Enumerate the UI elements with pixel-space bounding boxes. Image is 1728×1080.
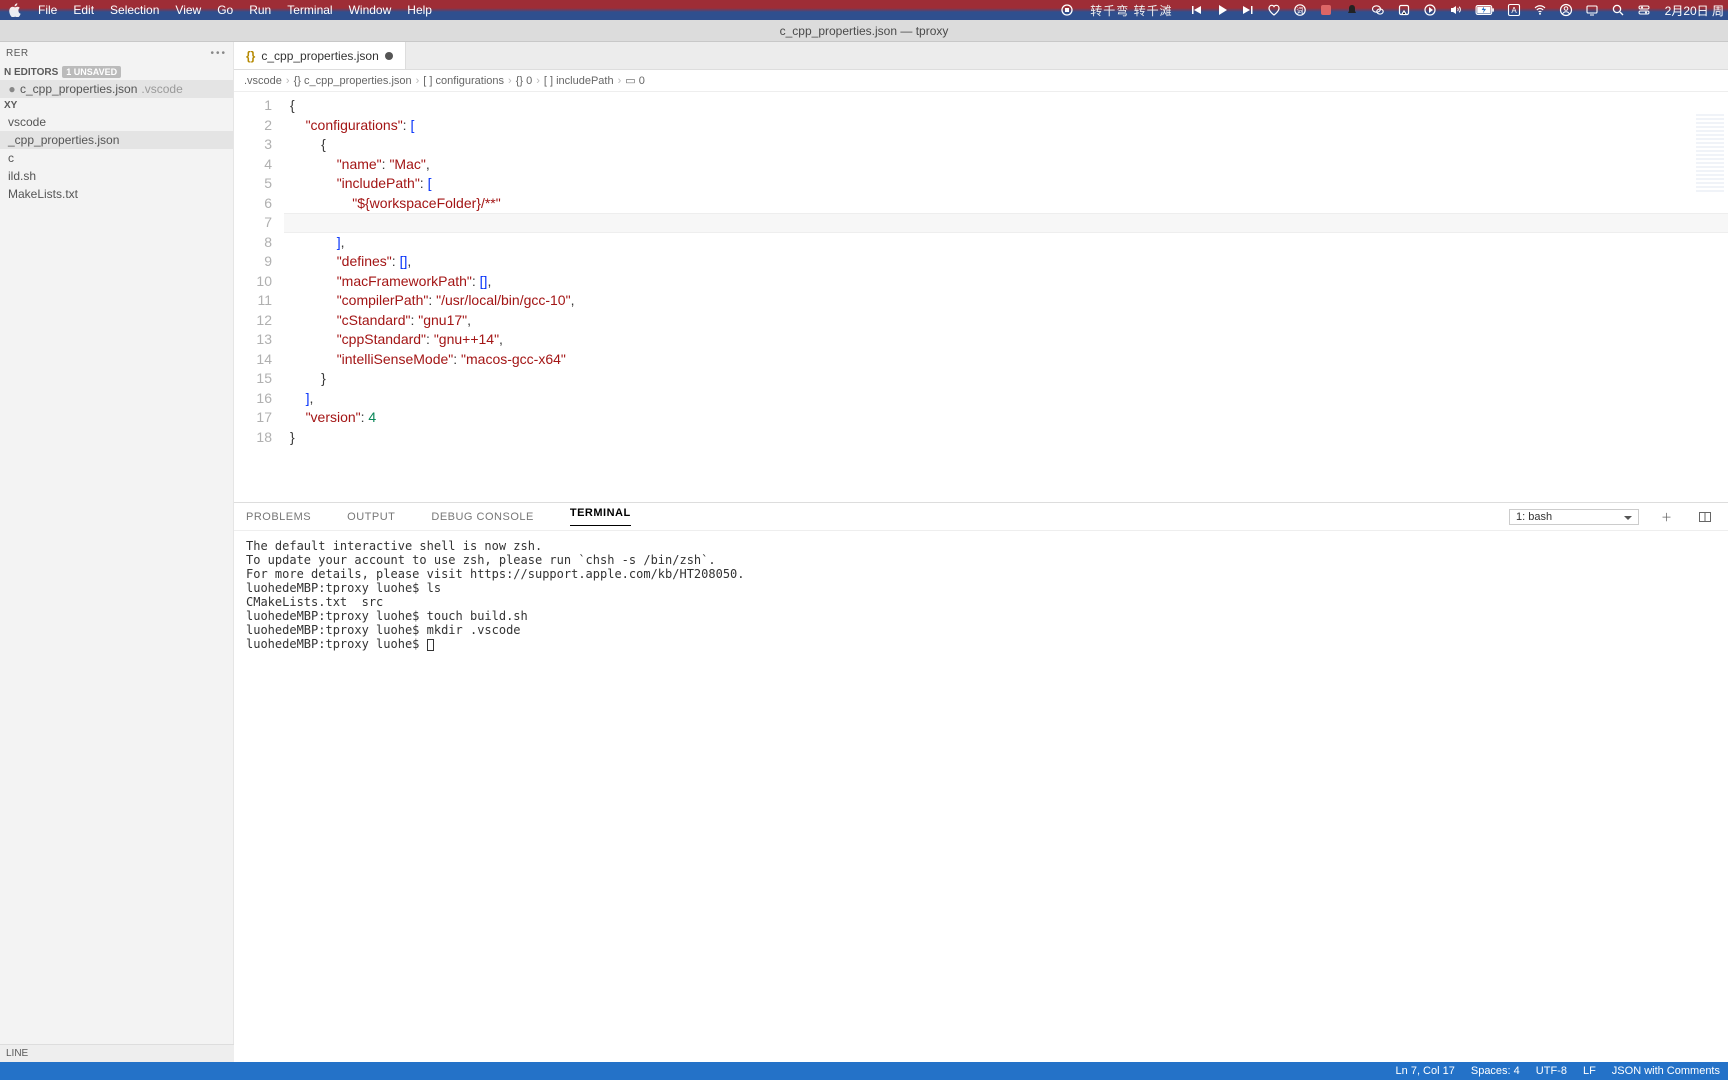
control-center-icon[interactable] <box>1631 3 1657 17</box>
breadcrumb-segment[interactable]: .vscode <box>244 75 282 87</box>
open-editors-heading[interactable]: N EDITORS 1 UNSAVED <box>0 64 233 80</box>
new-terminal-icon[interactable]: ＋ <box>1657 509 1676 525</box>
menubar-app-icon[interactable] <box>1313 3 1339 17</box>
next-track-icon[interactable] <box>1235 3 1261 17</box>
chevron-right-icon: › <box>416 75 420 87</box>
mac-menubar: File Edit Selection View Go Run Terminal… <box>0 0 1728 20</box>
editor-tabs: {} c_cpp_properties.json <box>234 42 1728 70</box>
open-editors-label: N EDITORS <box>4 67 58 78</box>
status-language[interactable]: JSON with Comments <box>1604 1065 1728 1077</box>
panel-tab-debug-console[interactable]: DEBUG CONSOLE <box>431 511 533 523</box>
sync-icon[interactable] <box>1417 3 1443 17</box>
explorer-sidebar: RER ••• N EDITORS 1 UNSAVED ● c_cpp_prop… <box>0 42 234 1062</box>
window-titlebar: c_cpp_properties.json — tproxy <box>0 20 1728 42</box>
chevron-right-icon: › <box>286 75 290 87</box>
status-line-col[interactable]: Ln 7, Col 17 <box>1388 1065 1463 1077</box>
menu-run[interactable]: Run <box>241 3 279 17</box>
tab-title: c_cpp_properties.json <box>261 49 378 63</box>
menu-view[interactable]: View <box>167 3 209 17</box>
editor-tab[interactable]: {} c_cpp_properties.json <box>234 42 406 69</box>
panel-tab-output[interactable]: OUTPUT <box>347 511 395 523</box>
breadcrumb[interactable]: .vscode›{} c_cpp_properties.json›[ ] con… <box>234 70 1728 92</box>
file-tree: vscode_cpp_properties.jsoncild.shMakeLis… <box>0 113 233 203</box>
menu-selection[interactable]: Selection <box>102 3 167 17</box>
volume-icon[interactable] <box>1443 3 1469 17</box>
breadcrumb-segment[interactable]: {} 0 <box>516 75 533 87</box>
app-tray-icon[interactable] <box>1391 3 1417 17</box>
project-heading[interactable]: XY <box>0 98 233 113</box>
status-eol[interactable]: LF <box>1575 1065 1604 1077</box>
user-icon[interactable] <box>1553 3 1579 17</box>
play-icon[interactable] <box>1209 3 1235 17</box>
bottom-panel: PROBLEMS OUTPUT DEBUG CONSOLE TERMINAL 1: b… <box>234 502 1728 1062</box>
open-editor-filename: c_cpp_properties.json <box>20 82 137 96</box>
wechat-icon[interactable] <box>1365 3 1391 17</box>
open-editor-item[interactable]: ● c_cpp_properties.json .vscode <box>0 80 233 98</box>
prev-track-icon[interactable] <box>1183 3 1209 17</box>
tree-folder[interactable]: c <box>0 149 233 167</box>
battery-icon[interactable] <box>1469 3 1501 17</box>
dirty-dot-icon: ● <box>8 82 16 96</box>
bell-icon[interactable] <box>1339 3 1365 17</box>
menu-go[interactable]: Go <box>209 3 241 17</box>
window-title: c_cpp_properties.json — tproxy <box>780 24 949 38</box>
editor-area: {} c_cpp_properties.json .vscode › {} c_cp… <box>234 42 1728 1062</box>
status-bar: Ln 7, Col 17 Spaces: 4 UTF-8 LF JSON wit… <box>0 1062 1728 1080</box>
menu-edit[interactable]: Edit <box>65 3 102 17</box>
unsaved-badge: 1 UNSAVED <box>62 66 121 78</box>
breadcrumb-segment[interactable]: {} c_cpp_properties.json <box>294 75 412 87</box>
menu-help[interactable]: Help <box>399 3 440 17</box>
breadcrumb-segment[interactable]: ▭ 0 <box>625 74 645 87</box>
terminal-selector[interactable]: 1: bash <box>1509 509 1639 525</box>
now-playing-title: 转千弯 转千滩 <box>1080 2 1182 19</box>
input-source-icon[interactable]: A <box>1501 3 1527 17</box>
chevron-right-icon: › <box>508 75 512 87</box>
explorer-more-icon[interactable]: ••• <box>210 48 227 59</box>
display-icon[interactable] <box>1579 3 1605 17</box>
svg-text:A: A <box>1511 6 1517 15</box>
outline-heading[interactable]: LINE <box>0 1044 234 1062</box>
line-number-gutter: 123456789101112131415161718 <box>234 92 284 502</box>
tree-file[interactable]: ild.sh <box>0 167 233 185</box>
apple-logo-icon <box>8 3 22 17</box>
terminal-output[interactable]: The default interactive shell is now zsh… <box>234 531 1728 1062</box>
menu-file[interactable]: File <box>30 3 65 17</box>
open-editor-dir: .vscode <box>141 82 182 96</box>
panel-tab-terminal[interactable]: TERMINAL <box>570 507 631 526</box>
heart-icon[interactable] <box>1261 3 1287 17</box>
tree-file[interactable]: _cpp_properties.json <box>0 131 233 149</box>
project-label: XY <box>4 100 17 111</box>
panel-tab-problems[interactable]: PROBLEMS <box>246 511 311 523</box>
code-content[interactable]: { "configurations": [ { "name": "Mac", "… <box>284 92 1728 502</box>
json-file-icon: {} <box>246 49 255 63</box>
breadcrumb-segment[interactable]: [ ] configurations <box>423 75 504 87</box>
split-terminal-icon[interactable] <box>1694 510 1716 524</box>
svg-text:词: 词 <box>1296 7 1303 15</box>
breadcrumb-segment[interactable]: [ ] includePath <box>544 75 614 87</box>
menu-terminal[interactable]: Terminal <box>279 3 340 17</box>
explorer-heading: RER ••• <box>0 42 233 64</box>
chevron-right-icon: › <box>618 75 622 87</box>
minimap[interactable] <box>1696 114 1724 194</box>
dirty-indicator-icon <box>385 52 393 60</box>
menu-window[interactable]: Window <box>341 3 400 17</box>
chevron-right-icon: › <box>536 75 540 87</box>
status-spaces[interactable]: Spaces: 4 <box>1463 1065 1528 1077</box>
wifi-icon[interactable] <box>1527 3 1553 17</box>
spotlight-icon[interactable] <box>1605 3 1631 17</box>
record-icon[interactable] <box>1054 3 1080 17</box>
menubar-clock[interactable]: 2月20日 周 <box>1657 2 1728 19</box>
code-editor[interactable]: 123456789101112131415161718 { "configura… <box>234 92 1728 502</box>
terminal-cursor <box>427 639 434 651</box>
lyrics-icon[interactable]: 词 <box>1287 3 1313 17</box>
tree-file[interactable]: MakeLists.txt <box>0 185 233 203</box>
status-encoding[interactable]: UTF-8 <box>1528 1065 1575 1077</box>
panel-tabs: PROBLEMS OUTPUT DEBUG CONSOLE TERMINAL 1: b… <box>234 503 1728 531</box>
tree-folder[interactable]: vscode <box>0 113 233 131</box>
explorer-title: RER <box>6 48 29 59</box>
